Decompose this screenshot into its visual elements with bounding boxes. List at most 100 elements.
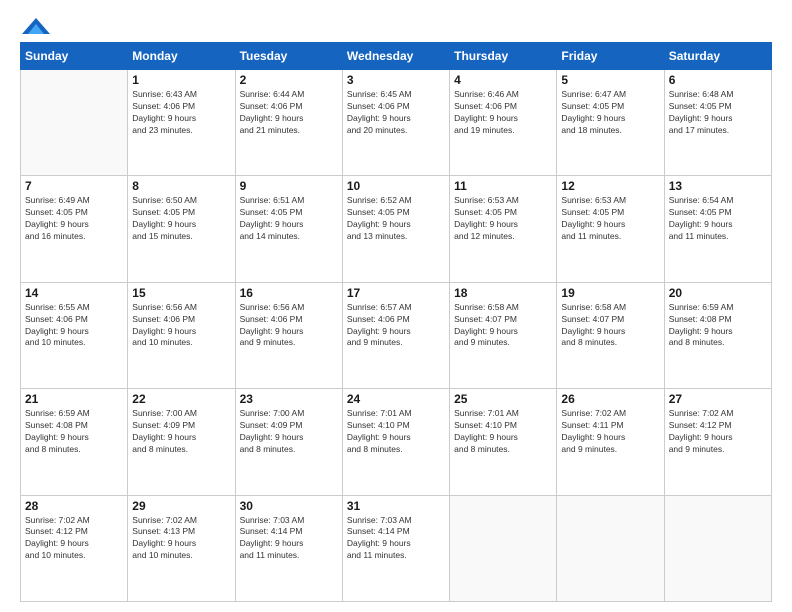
calendar-header-saturday: Saturday [664,43,771,70]
day-info: Sunrise: 6:44 AM Sunset: 4:06 PM Dayligh… [240,89,338,137]
calendar-cell: 13 Sunrise: 6:54 AM Sunset: 4:05 PM Dayli… [664,176,771,282]
calendar-cell: 17Sunrise: 6:57 AM Sunset: 4:06 PM Dayli… [342,282,449,388]
day-info: Sunrise: 6:48 AM Sunset: 4:05 PM Dayligh… [669,89,767,137]
day-number: 4 [454,73,552,87]
day-info: Sunrise: 6:51 AM Sunset: 4:05 PM Dayligh… [240,195,338,243]
day-info: Sunrise: 6:46 AM Sunset: 4:06 PM Dayligh… [454,89,552,137]
day-number: 5 [561,73,659,87]
day-number: 28 [25,499,123,513]
day-info: Sunrise: 7:01 AM Sunset: 4:10 PM Dayligh… [347,408,445,456]
calendar-cell: 11 Sunrise: 6:53 AM Sunset: 4:05 PM Dayli… [450,176,557,282]
calendar-cell: 28 Sunrise: 7:02 AM Sunset: 4:12 PM Dayli… [21,495,128,601]
day-number: 18 [454,286,552,300]
logo-icon [22,16,50,36]
day-number: 13 [669,179,767,193]
day-info: Sunrise: 7:00 AM Sunset: 4:09 PM Dayligh… [132,408,230,456]
day-number: 30 [240,499,338,513]
day-info: Sunrise: 7:00 AM Sunset: 4:09 PM Dayligh… [240,408,338,456]
day-number: 12 [561,179,659,193]
day-info: Sunrise: 7:02 AM Sunset: 4:11 PM Dayligh… [561,408,659,456]
calendar-cell: 16 Sunrise: 6:56 AM Sunset: 4:06 PM Dayli… [235,282,342,388]
calendar-header-wednesday: Wednesday [342,43,449,70]
day-number: 20 [669,286,767,300]
day-info: Sunrise: 6:59 AM Sunset: 4:08 PM Dayligh… [25,408,123,456]
day-number: 26 [561,392,659,406]
calendar-cell [21,70,128,176]
calendar-header-tuesday: Tuesday [235,43,342,70]
day-info: Sunrise: 7:03 AM Sunset: 4:14 PM Dayligh… [347,515,445,563]
day-number: 9 [240,179,338,193]
header [20,16,772,32]
day-info: Sunrise: 6:55 AM Sunset: 4:06 PM Dayligh… [25,302,123,350]
calendar-cell: 24 Sunrise: 7:01 AM Sunset: 4:10 PM Dayli… [342,389,449,495]
calendar-cell [557,495,664,601]
day-info: Sunrise: 7:02 AM Sunset: 4:12 PM Dayligh… [25,515,123,563]
calendar-header-thursday: Thursday [450,43,557,70]
calendar-cell: 21Sunrise: 6:59 AM Sunset: 4:08 PM Dayli… [21,389,128,495]
day-number: 27 [669,392,767,406]
calendar-header-row: SundayMondayTuesdayWednesdayThursdayFrid… [21,43,772,70]
calendar-cell: 12Sunrise: 6:53 AM Sunset: 4:05 PM Dayli… [557,176,664,282]
calendar-cell: 1Sunrise: 6:43 AM Sunset: 4:06 PM Daylig… [128,70,235,176]
calendar-cell: 22 Sunrise: 7:00 AM Sunset: 4:09 PM Dayli… [128,389,235,495]
calendar-cell: 4 Sunrise: 6:46 AM Sunset: 4:06 PM Daylig… [450,70,557,176]
day-number: 6 [669,73,767,87]
calendar-cell: 23 Sunrise: 7:00 AM Sunset: 4:09 PM Dayli… [235,389,342,495]
day-info: Sunrise: 6:58 AM Sunset: 4:07 PM Dayligh… [561,302,659,350]
day-info: Sunrise: 6:50 AM Sunset: 4:05 PM Dayligh… [132,195,230,243]
calendar-cell: 19Sunrise: 6:58 AM Sunset: 4:07 PM Dayli… [557,282,664,388]
day-number: 16 [240,286,338,300]
day-info: Sunrise: 7:03 AM Sunset: 4:14 PM Dayligh… [240,515,338,563]
day-number: 10 [347,179,445,193]
day-number: 29 [132,499,230,513]
calendar-cell: 26 Sunrise: 7:02 AM Sunset: 4:11 PM Dayli… [557,389,664,495]
calendar-cell: 7Sunrise: 6:49 AM Sunset: 4:05 PM Daylig… [21,176,128,282]
day-number: 2 [240,73,338,87]
day-number: 31 [347,499,445,513]
calendar-cell: 30 Sunrise: 7:03 AM Sunset: 4:14 PM Dayli… [235,495,342,601]
calendar-cell: 10 Sunrise: 6:52 AM Sunset: 4:05 PM Dayli… [342,176,449,282]
calendar-cell: 8Sunrise: 6:50 AM Sunset: 4:05 PM Daylig… [128,176,235,282]
day-number: 25 [454,392,552,406]
day-info: Sunrise: 6:43 AM Sunset: 4:06 PM Dayligh… [132,89,230,137]
day-number: 22 [132,392,230,406]
logo [20,16,50,32]
calendar-table: SundayMondayTuesdayWednesdayThursdayFrid… [20,42,772,602]
calendar-week-row: 28 Sunrise: 7:02 AM Sunset: 4:12 PM Dayli… [21,495,772,601]
calendar-cell [664,495,771,601]
calendar-cell [450,495,557,601]
day-info: Sunrise: 6:45 AM Sunset: 4:06 PM Dayligh… [347,89,445,137]
calendar-cell: 2 Sunrise: 6:44 AM Sunset: 4:06 PM Daylig… [235,70,342,176]
day-info: Sunrise: 7:01 AM Sunset: 4:10 PM Dayligh… [454,408,552,456]
calendar-week-row: 7Sunrise: 6:49 AM Sunset: 4:05 PM Daylig… [21,176,772,282]
calendar-cell: 25 Sunrise: 7:01 AM Sunset: 4:10 PM Dayli… [450,389,557,495]
day-info: Sunrise: 6:49 AM Sunset: 4:05 PM Dayligh… [25,195,123,243]
calendar-cell: 3 Sunrise: 6:45 AM Sunset: 4:06 PM Daylig… [342,70,449,176]
calendar-week-row: 21Sunrise: 6:59 AM Sunset: 4:08 PM Dayli… [21,389,772,495]
day-number: 3 [347,73,445,87]
calendar-cell: 20 Sunrise: 6:59 AM Sunset: 4:08 PM Dayli… [664,282,771,388]
calendar-cell: 14Sunrise: 6:55 AM Sunset: 4:06 PM Dayli… [21,282,128,388]
calendar-week-row: 1Sunrise: 6:43 AM Sunset: 4:06 PM Daylig… [21,70,772,176]
calendar-cell: 6 Sunrise: 6:48 AM Sunset: 4:05 PM Daylig… [664,70,771,176]
day-info: Sunrise: 7:02 AM Sunset: 4:13 PM Dayligh… [132,515,230,563]
day-info: Sunrise: 6:59 AM Sunset: 4:08 PM Dayligh… [669,302,767,350]
page: SundayMondayTuesdayWednesdayThursdayFrid… [0,0,792,612]
calendar-cell: 29 Sunrise: 7:02 AM Sunset: 4:13 PM Dayli… [128,495,235,601]
day-info: Sunrise: 6:54 AM Sunset: 4:05 PM Dayligh… [669,195,767,243]
calendar-cell: 31 Sunrise: 7:03 AM Sunset: 4:14 PM Dayli… [342,495,449,601]
calendar-cell: 27 Sunrise: 7:02 AM Sunset: 4:12 PM Dayli… [664,389,771,495]
day-info: Sunrise: 6:53 AM Sunset: 4:05 PM Dayligh… [454,195,552,243]
day-number: 23 [240,392,338,406]
calendar-header-sunday: Sunday [21,43,128,70]
day-info: Sunrise: 6:56 AM Sunset: 4:06 PM Dayligh… [240,302,338,350]
day-info: Sunrise: 6:58 AM Sunset: 4:07 PM Dayligh… [454,302,552,350]
day-number: 11 [454,179,552,193]
day-info: Sunrise: 6:57 AM Sunset: 4:06 PM Dayligh… [347,302,445,350]
calendar-week-row: 14Sunrise: 6:55 AM Sunset: 4:06 PM Dayli… [21,282,772,388]
day-number: 24 [347,392,445,406]
day-info: Sunrise: 6:47 AM Sunset: 4:05 PM Dayligh… [561,89,659,137]
day-info: Sunrise: 7:02 AM Sunset: 4:12 PM Dayligh… [669,408,767,456]
calendar-cell: 5 Sunrise: 6:47 AM Sunset: 4:05 PM Daylig… [557,70,664,176]
day-info: Sunrise: 6:52 AM Sunset: 4:05 PM Dayligh… [347,195,445,243]
